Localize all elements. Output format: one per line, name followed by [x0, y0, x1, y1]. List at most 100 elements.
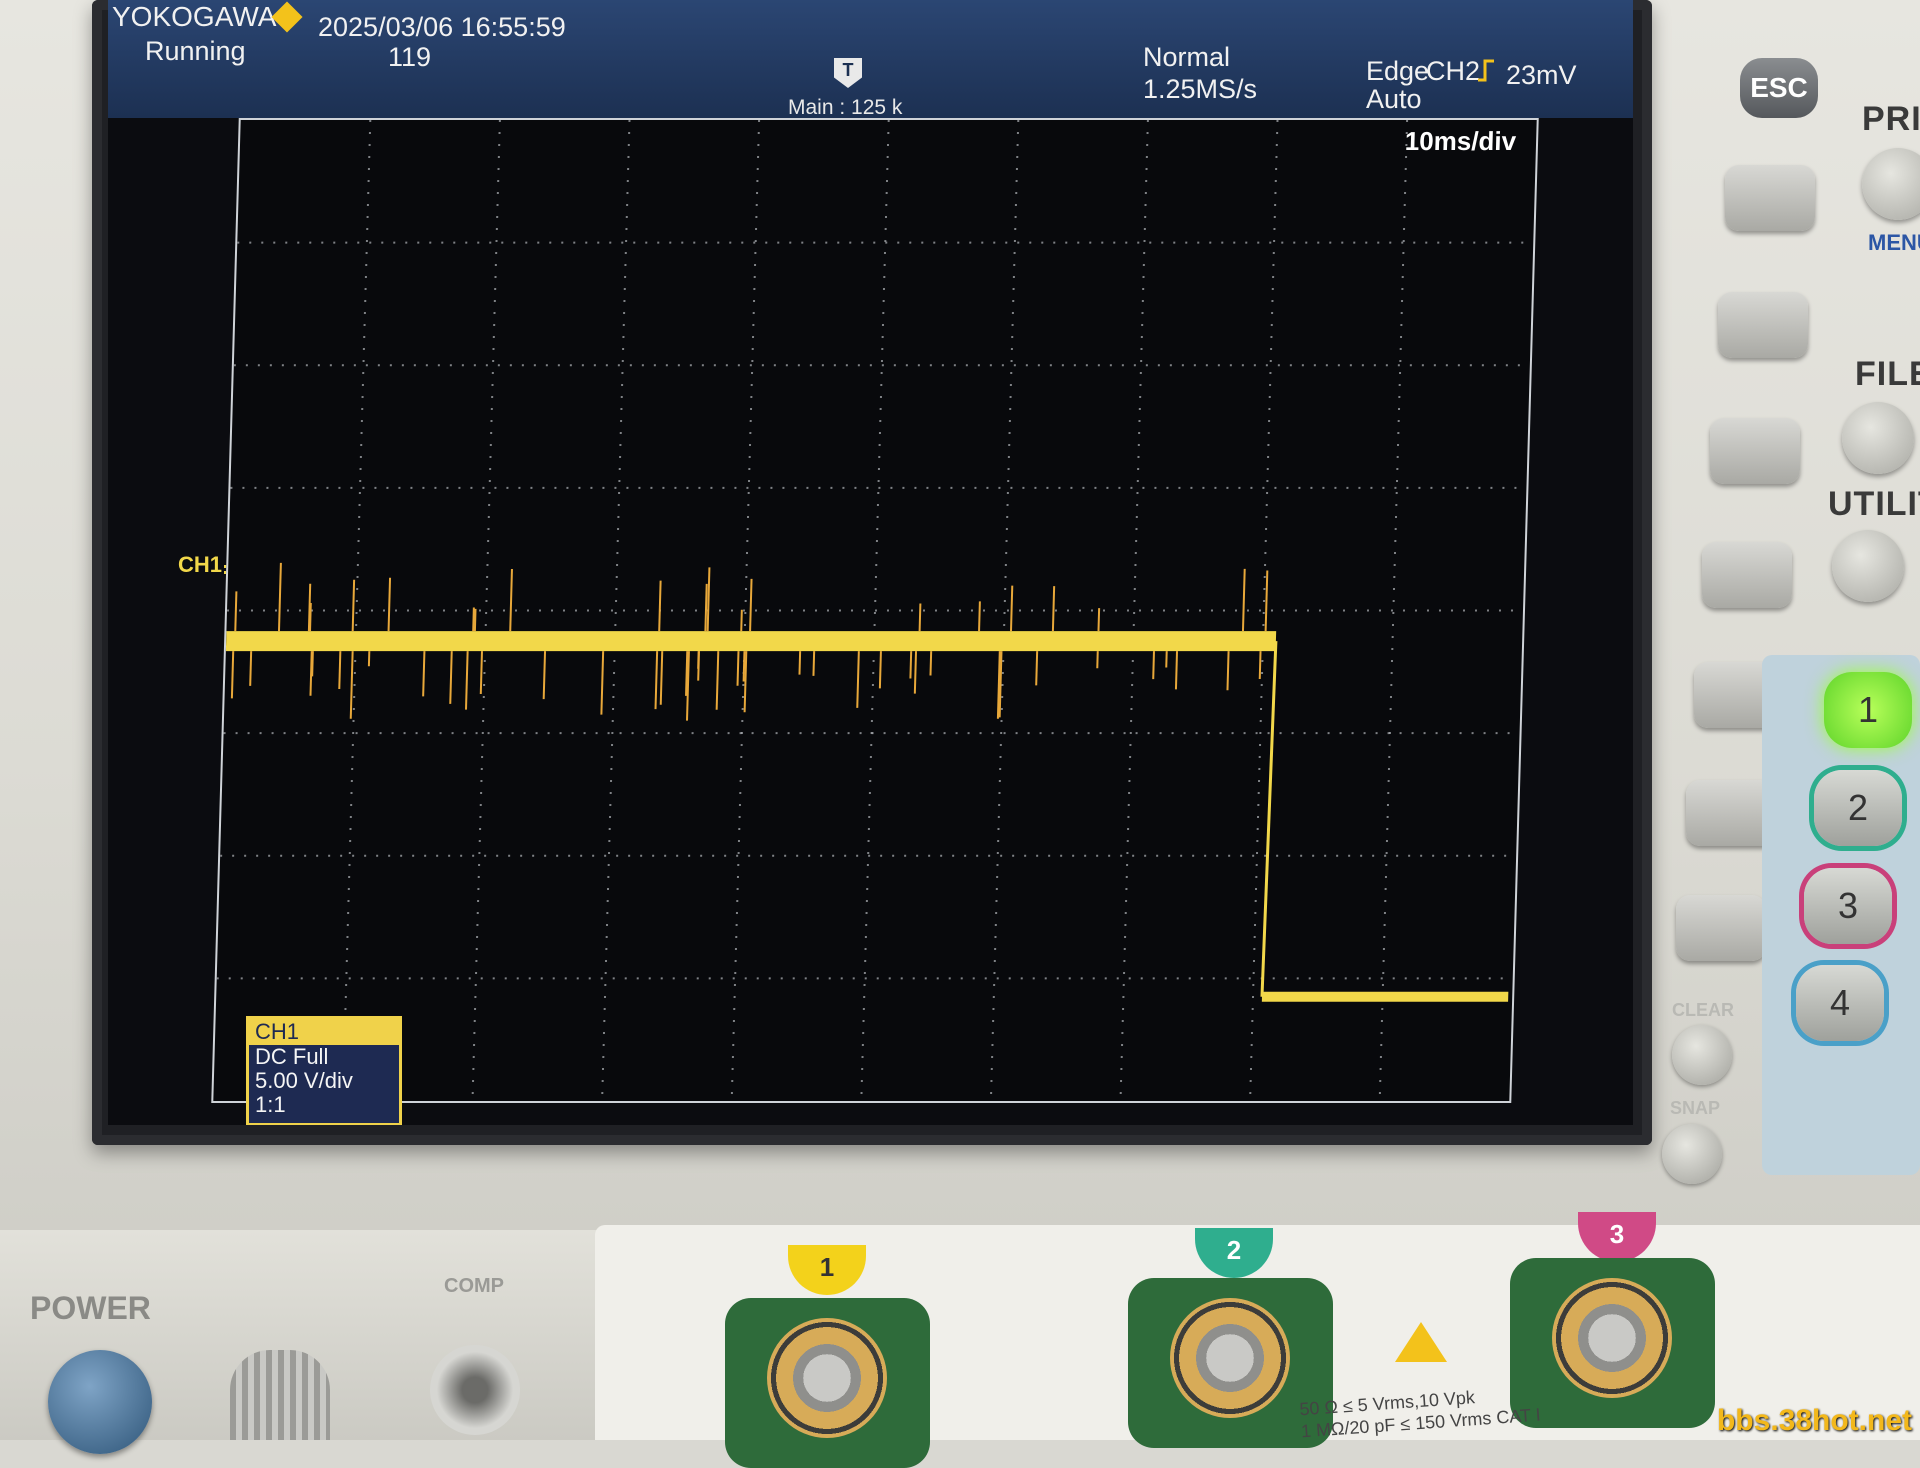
channel-2-button[interactable]: 2	[1814, 770, 1902, 846]
clear-button[interactable]	[1672, 1025, 1732, 1085]
ch1-noise-spike	[656, 651, 658, 709]
ch1-noise-spike	[1036, 651, 1037, 685]
power-label: POWER	[30, 1290, 151, 1327]
clear-label: CLEAR	[1672, 1000, 1734, 1021]
ch1-probe: 1:1	[249, 1093, 399, 1117]
ch1-noise-spike	[1227, 651, 1228, 690]
ch1-noise-spike	[930, 651, 931, 675]
ch1-noise-spike	[1266, 571, 1268, 632]
channel-key-panel: 1 2 3 4	[1762, 655, 1920, 1175]
ch1-noise-spike	[857, 651, 859, 708]
rising-edge-icon	[1476, 58, 1496, 82]
ch1-noise-spike	[351, 651, 353, 719]
oscilloscope-screen: YOKOGAWA 2025/03/06 16:55:59 Running 119…	[108, 0, 1633, 1125]
trigger-mode: Normal	[1143, 42, 1230, 72]
ch1-noise-spike	[750, 579, 751, 631]
ch1-coupling: DC Full	[249, 1045, 399, 1069]
main-record-length: Main : 125 k	[788, 96, 902, 120]
softkey-1[interactable]	[1725, 165, 1815, 231]
utility-button[interactable]	[1832, 530, 1904, 602]
ch1-trace-edge	[1262, 641, 1276, 997]
ground-terminal[interactable]	[230, 1350, 330, 1440]
datetime: 2025/03/06 16:55:59	[318, 12, 566, 42]
ch1-scale: 5.00 V/div	[249, 1069, 399, 1093]
softkey-7[interactable]	[1676, 895, 1766, 961]
ch1-noise-spike	[1153, 651, 1154, 679]
input-1-connector[interactable]	[725, 1298, 930, 1468]
input-3-connector[interactable]	[1510, 1258, 1715, 1428]
trigger-source: CH2	[1426, 56, 1480, 86]
softkey-2[interactable]	[1718, 292, 1808, 358]
menu-label: MENU	[1868, 230, 1920, 256]
ch1-noise-spike	[310, 603, 311, 631]
waveform-grid: 10ms/div	[211, 118, 1539, 1103]
ch1-noise-spike	[705, 584, 706, 631]
ch1-noise-spike	[235, 591, 236, 631]
ch1-noise-spike	[698, 651, 699, 681]
sample-rate: 1.25MS/s	[1143, 74, 1257, 104]
ch1-noise-spike	[510, 569, 512, 631]
ch1-noise-spike	[915, 651, 916, 693]
trigger-level: 23mV	[1506, 60, 1577, 90]
channel-4-button[interactable]: 4	[1796, 965, 1884, 1041]
channel-1-button[interactable]: 1	[1824, 672, 1912, 748]
acquisition-count: 119	[388, 42, 431, 72]
run-state: Running	[145, 36, 246, 66]
power-button[interactable]	[48, 1350, 152, 1454]
ch1-noise-spike	[1260, 651, 1261, 679]
ch1-noise-spike	[279, 563, 281, 631]
softkey-3[interactable]	[1710, 418, 1800, 484]
ch1-noise-spike	[813, 651, 814, 676]
ch1-noise-spike	[353, 580, 354, 631]
ch1-noise-spike	[389, 578, 390, 631]
ch1-trace-low	[1262, 992, 1509, 1002]
ch1-noise-spike	[312, 651, 313, 676]
ch1-noise-spike	[473, 607, 474, 631]
timebase-readout: 10ms/div	[1404, 126, 1516, 157]
ch1-noise-spike	[910, 651, 911, 678]
ch1-noise-spike	[880, 651, 881, 688]
ch1-noise-spike	[661, 651, 662, 705]
ch1-noise-spike	[920, 604, 921, 632]
softkey-4[interactable]	[1702, 542, 1792, 608]
waveform-plot	[213, 120, 1536, 1101]
ch1-info-box[interactable]: CH1 DC Full 5.00 V/div 1:1	[246, 1016, 402, 1125]
ch1-noise-spike	[1011, 586, 1012, 631]
grid-vline	[1120, 120, 1147, 1101]
ch1-noise-spike	[659, 581, 660, 632]
ch1-noise-spike	[475, 609, 476, 631]
grid-vline	[1380, 120, 1407, 1101]
ch1-noise-spike	[339, 651, 340, 689]
grid-vline	[472, 120, 499, 1101]
print-label: PRIN	[1862, 100, 1920, 139]
ch1-noise-spike	[601, 651, 603, 714]
probe-comp-terminal[interactable]	[430, 1345, 520, 1435]
ch1-noise-spike	[466, 651, 468, 709]
ch1-noise-spike	[708, 567, 710, 631]
ch1-noise-spike	[744, 651, 745, 681]
ch1-trace-high	[226, 631, 1276, 651]
ch1-noise-spike	[979, 601, 980, 631]
comp-label: COMP	[444, 1275, 504, 1298]
snap-button[interactable]	[1662, 1124, 1722, 1184]
watermark: bbs.38hot.net	[1717, 1404, 1912, 1438]
ch1-noise-spike	[450, 651, 451, 704]
file-button[interactable]	[1842, 402, 1914, 474]
ch1-noise-spike	[738, 651, 739, 686]
channel-3-button[interactable]: 3	[1804, 868, 1892, 944]
ch1-noise-spike	[1176, 651, 1177, 689]
utility-label: UTILITY	[1828, 485, 1920, 524]
ch1-noise-spike	[741, 610, 742, 631]
ch1-noise-spike	[423, 651, 424, 696]
grid-vline	[732, 120, 759, 1101]
grid-vline	[602, 120, 629, 1101]
esc-button[interactable]: ESC	[1740, 58, 1818, 118]
ch1-noise-spike	[481, 651, 482, 694]
ch1-noise-spike	[686, 651, 687, 696]
trigger-type: Edge	[1366, 56, 1429, 86]
ch1-noise-spike	[232, 651, 233, 698]
file-label: FILE	[1855, 355, 1920, 394]
snap-label: SNAP	[1670, 1098, 1720, 1119]
ch1-noise-spike	[544, 651, 545, 699]
ch1-noise-spike	[717, 651, 719, 710]
